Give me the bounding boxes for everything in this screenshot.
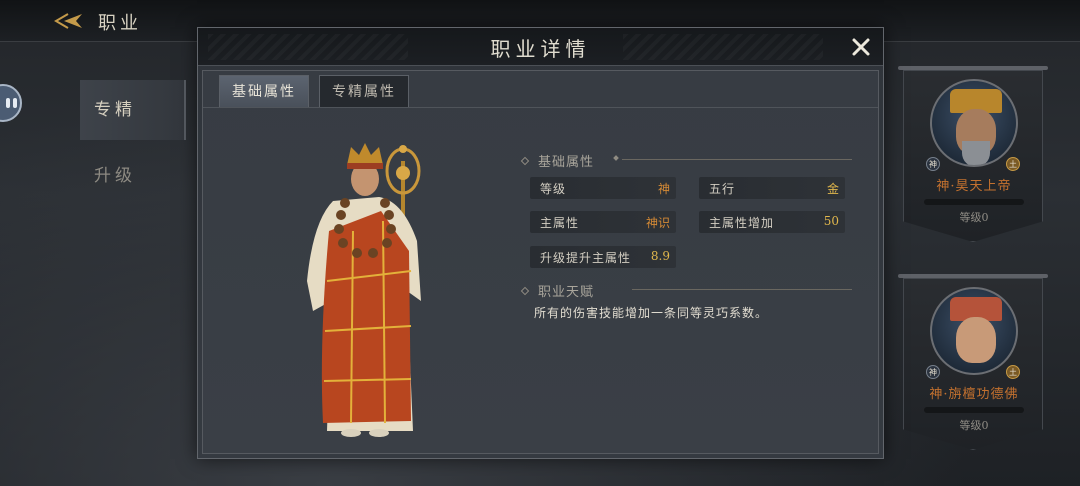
side-card[interactable]: 神 土 神·昊天上帝 等级0	[903, 70, 1043, 242]
banner-rod	[898, 66, 1048, 70]
diamond-icon	[520, 156, 530, 166]
tab-divider	[203, 107, 878, 108]
card-name: 神·旃檀功德佛	[929, 387, 1019, 402]
dialog-header: 职业详情	[198, 28, 883, 66]
nav-item-specialization[interactable]: 专精	[80, 80, 186, 140]
attr-label: 五行	[709, 182, 736, 196]
side-card[interactable]: 神 土 神·旃檀功德佛 等级0	[903, 278, 1043, 450]
section-title: 基础属性	[538, 155, 595, 170]
attr-value: 8.9	[650, 249, 670, 263]
attr-label: 主属性	[540, 216, 580, 230]
section-heading-talent: 职业天赋	[520, 281, 852, 300]
card-name: 神·昊天上帝	[936, 179, 1012, 194]
beard-shape	[962, 141, 990, 165]
element-badge: 土	[1006, 365, 1020, 379]
element-badge: 土	[1006, 157, 1020, 171]
section-heading-basic: 基础属性	[520, 151, 852, 170]
nav-item-upgrade[interactable]: 升级	[80, 146, 186, 206]
attr-label: 等级	[540, 182, 567, 196]
attr-label: 主属性增加	[709, 216, 775, 230]
diamond-icon	[520, 286, 530, 296]
tab-basic-attributes[interactable]: 基础属性	[219, 75, 309, 107]
attr-value: 50	[823, 214, 839, 228]
attr-row-element: 五行 金	[699, 177, 845, 199]
banner-rod	[898, 274, 1048, 278]
attr-value: 神	[657, 182, 670, 196]
talent-description: 所有的伤害技能增加一条同等灵巧系数。	[534, 306, 769, 320]
god-badge: 神	[926, 365, 940, 379]
dialog-title: 职业详情	[490, 37, 591, 61]
progress-bar	[924, 407, 1024, 413]
attr-row-main-attribute-increase: 主属性增加 50	[699, 211, 845, 233]
tab-specialization-attributes[interactable]: 专精属性	[319, 75, 409, 107]
page-title: 职业	[98, 13, 142, 34]
attr-row-level: 等级 神	[530, 177, 676, 199]
attr-value: 金	[826, 182, 839, 196]
section-divider	[622, 159, 852, 160]
dialog-body: 基础属性 专精属性 基础属性 等级 神 五行 金 主属性 神识 主属性增加 50…	[202, 70, 879, 454]
close-icon[interactable]	[848, 34, 874, 60]
god-badge: 神	[926, 157, 940, 171]
attr-value: 神识	[645, 216, 670, 230]
card-level: 等级0	[959, 419, 989, 432]
attr-label: 升级提升主属性	[540, 251, 632, 265]
left-nav: 专精 升级	[80, 80, 186, 212]
attr-row-upgrade-main-attribute: 升级提升主属性 8.9	[530, 246, 676, 268]
face-shape	[956, 317, 996, 363]
class-detail-dialog: 职业详情 基础属性 专精属性 基础属性 等级 神 五行 金 主属性 神识 主属性…	[197, 27, 884, 459]
progress-bar	[924, 199, 1024, 205]
diamond-dot-icon	[613, 155, 619, 161]
section-title: 职业天赋	[538, 285, 595, 300]
attr-row-main-attribute: 主属性 神识	[530, 211, 676, 233]
card-level: 等级0	[959, 211, 989, 224]
monk-character-figure	[307, 143, 421, 437]
portrait-avatar	[930, 79, 1018, 167]
back-arrow-icon[interactable]	[52, 10, 86, 32]
portrait-avatar	[930, 287, 1018, 375]
section-divider	[632, 289, 852, 290]
